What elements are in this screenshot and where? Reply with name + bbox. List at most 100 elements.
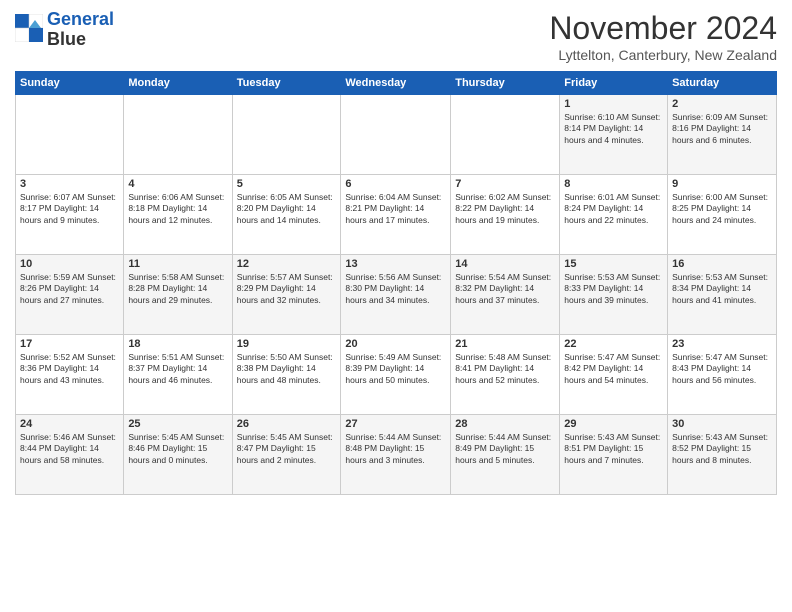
calendar-cell: 13Sunrise: 5:56 AM Sunset: 8:30 PM Dayli…	[341, 255, 451, 335]
calendar-cell: 20Sunrise: 5:49 AM Sunset: 8:39 PM Dayli…	[341, 335, 451, 415]
calendar-cell: 19Sunrise: 5:50 AM Sunset: 8:38 PM Dayli…	[232, 335, 341, 415]
calendar-cell: 15Sunrise: 5:53 AM Sunset: 8:33 PM Dayli…	[560, 255, 668, 335]
day-info: Sunrise: 6:05 AM Sunset: 8:20 PM Dayligh…	[237, 192, 337, 226]
calendar-cell: 1 Sunrise: 6:10 AM Sunset: 8:14 PM Daylig…	[560, 95, 668, 175]
day-info: Sunrise: 5:43 AM Sunset: 8:51 PM Dayligh…	[564, 432, 663, 466]
day-number: 8	[564, 178, 663, 190]
day-info: Sunrise: 5:44 AM Sunset: 8:49 PM Dayligh…	[455, 432, 555, 466]
day-number: 28	[455, 418, 555, 430]
day-number: 1	[564, 98, 663, 110]
day-number: 14	[455, 258, 555, 270]
day-info: Sunrise: 6:02 AM Sunset: 8:22 PM Dayligh…	[455, 192, 555, 226]
location: Lyttelton, Canterbury, New Zealand	[549, 47, 777, 63]
day-info: Sunrise: 5:50 AM Sunset: 8:38 PM Dayligh…	[237, 352, 337, 386]
day-info: Sunrise: 5:52 AM Sunset: 8:36 PM Dayligh…	[20, 352, 119, 386]
day-info: Sunrise: 5:46 AM Sunset: 8:44 PM Dayligh…	[20, 432, 119, 466]
day-info: Sunrise: 5:45 AM Sunset: 8:46 PM Dayligh…	[128, 432, 227, 466]
calendar-cell	[232, 95, 341, 175]
calendar-cell: 3 Sunrise: 6:07 AM Sunset: 8:17 PM Daylig…	[16, 175, 124, 255]
calendar-cell: 18 Sunrise: 5:51 AM Sunset: 8:37 PM Dayli…	[124, 335, 232, 415]
day-number: 18	[128, 338, 227, 350]
day-number: 9	[672, 178, 772, 190]
col-saturday: Saturday	[668, 72, 777, 95]
day-number: 26	[237, 418, 337, 430]
day-info: Sunrise: 5:47 AM Sunset: 8:43 PM Dayligh…	[672, 352, 772, 386]
day-number: 7	[455, 178, 555, 190]
day-info: Sunrise: 6:10 AM Sunset: 8:14 PM Dayligh…	[564, 112, 663, 146]
col-wednesday: Wednesday	[341, 72, 451, 95]
day-number: 16	[672, 258, 772, 270]
calendar-week-1: 1 Sunrise: 6:10 AM Sunset: 8:14 PM Daylig…	[16, 95, 777, 175]
calendar-cell: 23 Sunrise: 5:47 AM Sunset: 8:43 PM Dayli…	[668, 335, 777, 415]
col-monday: Monday	[124, 72, 232, 95]
calendar-week-3: 10 Sunrise: 5:59 AM Sunset: 8:26 PM Dayli…	[16, 255, 777, 335]
calendar-cell: 21 Sunrise: 5:48 AM Sunset: 8:41 PM Dayli…	[451, 335, 560, 415]
calendar-cell: 22Sunrise: 5:47 AM Sunset: 8:42 PM Dayli…	[560, 335, 668, 415]
day-info: Sunrise: 5:43 AM Sunset: 8:52 PM Dayligh…	[672, 432, 772, 466]
header: General Blue November 2024 Lyttelton, Ca…	[15, 10, 777, 63]
logo-blue: Blue	[47, 30, 114, 50]
calendar-cell: 14 Sunrise: 5:54 AM Sunset: 8:32 PM Dayli…	[451, 255, 560, 335]
day-number: 3	[20, 178, 119, 190]
calendar-cell	[341, 95, 451, 175]
logo-icon	[15, 14, 43, 42]
calendar-cell: 28 Sunrise: 5:44 AM Sunset: 8:49 PM Dayli…	[451, 415, 560, 495]
calendar-cell: 10 Sunrise: 5:59 AM Sunset: 8:26 PM Dayli…	[16, 255, 124, 335]
day-info: Sunrise: 5:45 AM Sunset: 8:47 PM Dayligh…	[237, 432, 337, 466]
day-number: 5	[237, 178, 337, 190]
calendar-cell: 8Sunrise: 6:01 AM Sunset: 8:24 PM Daylig…	[560, 175, 668, 255]
title-section: November 2024 Lyttelton, Canterbury, New…	[549, 10, 777, 63]
col-friday: Friday	[560, 72, 668, 95]
day-info: Sunrise: 5:48 AM Sunset: 8:41 PM Dayligh…	[455, 352, 555, 386]
day-number: 12	[237, 258, 337, 270]
calendar-cell: 17 Sunrise: 5:52 AM Sunset: 8:36 PM Dayli…	[16, 335, 124, 415]
day-number: 22	[564, 338, 663, 350]
day-number: 15	[564, 258, 663, 270]
calendar-cell: 9 Sunrise: 6:00 AM Sunset: 8:25 PM Daylig…	[668, 175, 777, 255]
col-sunday: Sunday	[16, 72, 124, 95]
calendar-cell: 16 Sunrise: 5:53 AM Sunset: 8:34 PM Dayli…	[668, 255, 777, 335]
day-info: Sunrise: 6:06 AM Sunset: 8:18 PM Dayligh…	[128, 192, 227, 226]
calendar-cell: 25 Sunrise: 5:45 AM Sunset: 8:46 PM Dayli…	[124, 415, 232, 495]
header-row: Sunday Monday Tuesday Wednesday Thursday…	[16, 72, 777, 95]
day-number: 11	[128, 258, 227, 270]
page-container: General Blue November 2024 Lyttelton, Ca…	[0, 0, 792, 500]
day-number: 21	[455, 338, 555, 350]
day-number: 25	[128, 418, 227, 430]
day-number: 17	[20, 338, 119, 350]
day-info: Sunrise: 5:54 AM Sunset: 8:32 PM Dayligh…	[455, 272, 555, 306]
day-info: Sunrise: 6:04 AM Sunset: 8:21 PM Dayligh…	[345, 192, 446, 226]
calendar-cell	[16, 95, 124, 175]
day-info: Sunrise: 6:00 AM Sunset: 8:25 PM Dayligh…	[672, 192, 772, 226]
day-info: Sunrise: 6:07 AM Sunset: 8:17 PM Dayligh…	[20, 192, 119, 226]
calendar-cell: 12Sunrise: 5:57 AM Sunset: 8:29 PM Dayli…	[232, 255, 341, 335]
month-title: November 2024	[549, 10, 777, 47]
calendar-cell: 27Sunrise: 5:44 AM Sunset: 8:48 PM Dayli…	[341, 415, 451, 495]
logo: General Blue	[15, 10, 114, 50]
calendar-week-2: 3 Sunrise: 6:07 AM Sunset: 8:17 PM Daylig…	[16, 175, 777, 255]
day-number: 24	[20, 418, 119, 430]
day-info: Sunrise: 5:53 AM Sunset: 8:34 PM Dayligh…	[672, 272, 772, 306]
calendar-cell: 4Sunrise: 6:06 AM Sunset: 8:18 PM Daylig…	[124, 175, 232, 255]
day-info: Sunrise: 5:58 AM Sunset: 8:28 PM Dayligh…	[128, 272, 227, 306]
col-tuesday: Tuesday	[232, 72, 341, 95]
calendar-cell: 5 Sunrise: 6:05 AM Sunset: 8:20 PM Daylig…	[232, 175, 341, 255]
day-number: 10	[20, 258, 119, 270]
day-info: Sunrise: 5:51 AM Sunset: 8:37 PM Dayligh…	[128, 352, 227, 386]
day-number: 2	[672, 98, 772, 110]
calendar-cell: 30Sunrise: 5:43 AM Sunset: 8:52 PM Dayli…	[668, 415, 777, 495]
day-number: 6	[345, 178, 446, 190]
calendar-cell: 6 Sunrise: 6:04 AM Sunset: 8:21 PM Daylig…	[341, 175, 451, 255]
calendar-cell: 11 Sunrise: 5:58 AM Sunset: 8:28 PM Dayli…	[124, 255, 232, 335]
calendar-cell	[451, 95, 560, 175]
day-info: Sunrise: 5:56 AM Sunset: 8:30 PM Dayligh…	[345, 272, 446, 306]
calendar-cell	[124, 95, 232, 175]
calendar-week-5: 24 Sunrise: 5:46 AM Sunset: 8:44 PM Dayli…	[16, 415, 777, 495]
day-info: Sunrise: 5:59 AM Sunset: 8:26 PM Dayligh…	[20, 272, 119, 306]
calendar-week-4: 17 Sunrise: 5:52 AM Sunset: 8:36 PM Dayli…	[16, 335, 777, 415]
day-number: 20	[345, 338, 446, 350]
day-number: 27	[345, 418, 446, 430]
day-number: 23	[672, 338, 772, 350]
calendar-table: Sunday Monday Tuesday Wednesday Thursday…	[15, 71, 777, 495]
calendar-cell: 26 Sunrise: 5:45 AM Sunset: 8:47 PM Dayli…	[232, 415, 341, 495]
